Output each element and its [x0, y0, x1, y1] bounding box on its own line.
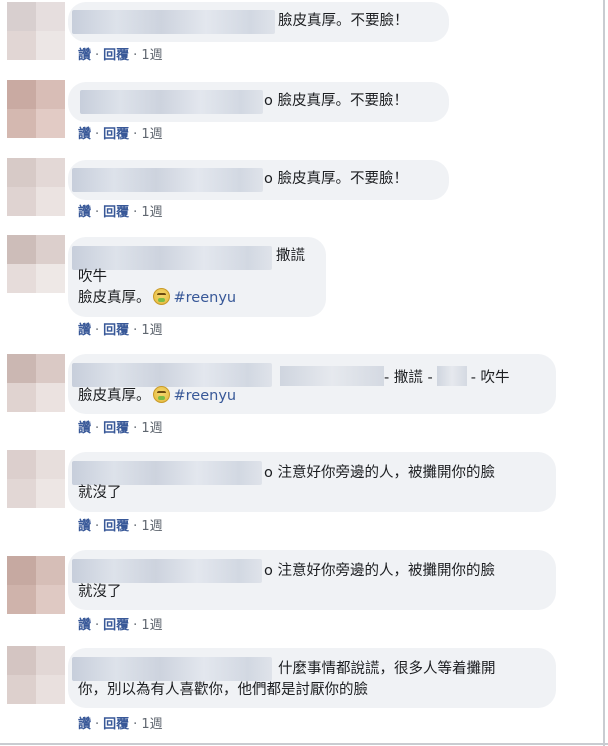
comment-actions: 讚 · 回覆 · 1週: [78, 123, 163, 142]
avatar[interactable]: [7, 450, 65, 508]
separator: ·: [95, 205, 100, 220]
separator: ·: [133, 323, 138, 338]
reply-button[interactable]: 回覆: [103, 417, 129, 436]
separator: ·: [95, 127, 100, 142]
comment-bubble: 什麼事情都說謊，很多人等着攤開 你，別以為有人喜歡你，他們都是討厭你的臉: [68, 648, 556, 708]
comment-actions: 讚 · 回覆 · 1週: [78, 713, 163, 732]
comment-text-segment: 臉皮真厚。: [78, 290, 151, 306]
comment-text-segment: - 吹牛: [470, 370, 510, 386]
separator: ·: [133, 519, 138, 534]
comment-actions: 讚 · 回覆 · 1週: [78, 417, 163, 436]
comment-text-segment: - 撒謊 -: [384, 370, 433, 386]
comment-actions: 讚 · 回覆 · 1週: [78, 515, 163, 534]
separator: ·: [133, 205, 138, 220]
comment-text: 臉皮真厚。 #reenyu: [78, 288, 236, 308]
comment-text: 臉皮真厚。不要臉！: [278, 13, 409, 29]
comment-text-segment: 臉皮真厚。: [78, 388, 151, 404]
separator: ·: [133, 618, 138, 633]
reply-button[interactable]: 回覆: [103, 614, 129, 633]
comment-timestamp[interactable]: 1週: [141, 319, 162, 338]
frame-border: [0, 743, 608, 745]
commenter-name[interactable]: [80, 90, 263, 114]
comment-timestamp[interactable]: 1週: [141, 123, 162, 142]
reply-button[interactable]: 回覆: [103, 319, 129, 338]
sick-face-emoji-icon: [152, 386, 170, 403]
separator: ·: [95, 48, 100, 63]
comment-actions: 讚 · 回覆 · 1週: [78, 201, 163, 220]
comment-timestamp[interactable]: 1週: [141, 417, 162, 436]
like-button[interactable]: 讚: [78, 201, 91, 220]
separator: ·: [133, 127, 138, 142]
comment-text: 你，別以為有人喜歡你，他們都是討厭你的臉: [78, 682, 368, 698]
commenter-name[interactable]: [72, 168, 263, 192]
separator: ·: [95, 519, 100, 534]
comment-actions: 讚 · 回覆 · 1週: [78, 44, 163, 63]
commenter-name[interactable]: [72, 10, 275, 34]
comment-timestamp[interactable]: 1週: [141, 614, 162, 633]
comment-bubble: - 撒謊 - - 吹牛 臉皮真厚。 #reenyu: [68, 354, 556, 414]
separator: ·: [133, 421, 138, 436]
comment-thread: 臉皮真厚。不要臉！ 讚 · 回覆 · 1週 o 臉皮真厚。不要臉！ 讚 · 回覆 · 1週 o …: [0, 0, 608, 746]
comment-bubble: o 注意好你旁邊的人，被攤開你的臉 就沒了: [68, 550, 556, 610]
comment-timestamp[interactable]: 1週: [141, 201, 162, 220]
comment-text: - 撒謊 - - 吹牛: [280, 366, 510, 388]
reply-button[interactable]: 回覆: [103, 713, 129, 732]
avatar[interactable]: [7, 158, 65, 216]
comment-text: o 注意好你旁邊的人，被攤開你的臉: [264, 465, 495, 481]
separator: ·: [95, 618, 100, 633]
commenter-name[interactable]: [72, 559, 262, 583]
comment-timestamp[interactable]: 1週: [141, 515, 162, 534]
comment-text: o 注意好你旁邊的人，被攤開你的臉: [264, 563, 495, 579]
commenter-name[interactable]: [72, 657, 272, 681]
comment-text: 就沒了: [78, 584, 122, 600]
hashtag-link[interactable]: #reenyu: [174, 388, 237, 404]
blurred-tag: [280, 366, 384, 386]
like-button[interactable]: 讚: [78, 123, 91, 142]
comment-text: 臉皮真厚。 #reenyu: [78, 386, 236, 406]
comment-timestamp[interactable]: 1週: [141, 713, 162, 732]
hashtag-link[interactable]: #reenyu: [174, 290, 237, 306]
reply-button[interactable]: 回覆: [103, 201, 129, 220]
like-button[interactable]: 讚: [78, 614, 91, 633]
reply-button[interactable]: 回覆: [103, 44, 129, 63]
like-button[interactable]: 讚: [78, 319, 91, 338]
reply-button[interactable]: 回覆: [103, 123, 129, 142]
avatar[interactable]: [7, 235, 65, 293]
like-button[interactable]: 讚: [78, 44, 91, 63]
comment-actions: 讚 · 回覆 · 1週: [78, 319, 163, 338]
separator: ·: [95, 323, 100, 338]
commenter-name[interactable]: [72, 461, 262, 485]
comment-text: 撒謊: [276, 248, 305, 264]
separator: ·: [133, 717, 138, 732]
comment-text: o 臉皮真厚。不要臉！: [264, 93, 408, 109]
comment-text: 吹牛: [78, 269, 107, 285]
frame-border: [603, 0, 605, 746]
comment-text: o 臉皮真厚。不要臉！: [264, 171, 408, 187]
sick-face-emoji-icon: [152, 288, 170, 305]
avatar[interactable]: [7, 80, 65, 138]
avatar[interactable]: [7, 2, 65, 60]
like-button[interactable]: 讚: [78, 515, 91, 534]
comment-bubble: o 臉皮真厚。不要臉！: [68, 160, 449, 200]
like-button[interactable]: 讚: [78, 713, 91, 732]
avatar[interactable]: [7, 556, 65, 614]
separator: ·: [133, 48, 138, 63]
comment-actions: 讚 · 回覆 · 1週: [78, 614, 163, 633]
avatar[interactable]: [7, 646, 65, 704]
comment-text: 什麼事情都說謊，很多人等着攤開: [278, 661, 496, 677]
avatar[interactable]: [7, 354, 65, 412]
separator: ·: [95, 421, 100, 436]
comment-timestamp[interactable]: 1週: [141, 44, 162, 63]
comment-bubble: o 臉皮真厚。不要臉！: [68, 82, 449, 122]
blurred-tag: [436, 366, 467, 386]
comment-text: 就沒了: [78, 485, 122, 501]
comment-bubble: 撒謊 吹牛 臉皮真厚。 #reenyu: [68, 237, 326, 317]
separator: ·: [95, 717, 100, 732]
like-button[interactable]: 讚: [78, 417, 91, 436]
commenter-name[interactable]: [72, 246, 272, 270]
reply-button[interactable]: 回覆: [103, 515, 129, 534]
commenter-name[interactable]: [72, 363, 272, 387]
comment-bubble: o 注意好你旁邊的人，被攤開你的臉 就沒了: [68, 452, 556, 512]
comment-bubble: 臉皮真厚。不要臉！: [68, 2, 449, 42]
